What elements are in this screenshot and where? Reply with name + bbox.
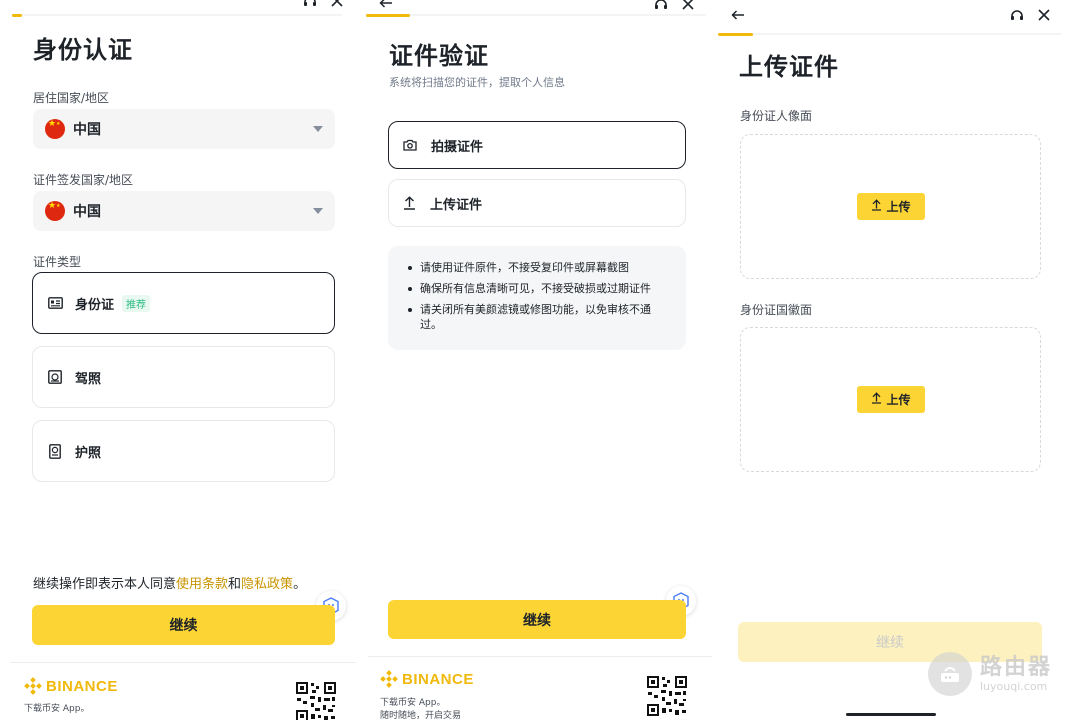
residence-label: 居住国家/地区 — [33, 91, 110, 105]
consent-prefix: 继续操作即表示本人同意 — [33, 577, 177, 592]
top-divider — [22, 14, 342, 16]
page-title: 证件验证 — [389, 42, 489, 70]
progress-indicator — [366, 14, 410, 17]
upload-document-panel: 上传证件 身份证人像面 上传 身份证国徽面 上传 继续 — [712, 0, 1069, 720]
top-divider — [753, 33, 1061, 35]
brand-name: BINANCE — [402, 670, 474, 688]
download-app-text: 下载币安 App。 — [380, 698, 446, 708]
front-side-upload-area[interactable]: 上传 — [740, 134, 1041, 279]
back-side-label: 身份证国徽面 — [740, 303, 813, 317]
driver-license-icon — [47, 369, 63, 385]
upload-icon — [403, 196, 416, 210]
page-subtitle: 系统将扫描您的证件，提取个人信息 — [389, 76, 565, 89]
id-card-icon — [47, 295, 63, 311]
doc-type-label-text: 驾照 — [75, 371, 102, 387]
progress-indicator — [718, 33, 753, 36]
issuer-value: 中国 — [73, 204, 101, 220]
doc-type-passport[interactable]: 护照 — [32, 420, 335, 482]
close-icon[interactable] — [330, 0, 344, 8]
doc-type-label: 证件类型 — [33, 255, 82, 269]
doc-type-label-text: 身份证 — [75, 297, 115, 313]
privacy-link[interactable]: 隐私政策 — [241, 577, 293, 592]
chevron-down-icon — [313, 126, 323, 132]
chevron-down-icon — [313, 208, 323, 214]
page-title: 身份认证 — [33, 36, 133, 64]
footer: BINANCE 下载币安 App。 随时随地，开启交易 — [368, 656, 712, 720]
passport-icon — [47, 443, 63, 459]
tip-item: 请关闭所有美颜滤镜或修图功能，以免审核不通过。 — [406, 302, 670, 332]
trade-anywhere-text: 随时随地，开启交易 — [380, 711, 462, 720]
camera-icon — [403, 139, 417, 151]
footer: BINANCE 下载币安 App。 — [10, 662, 356, 720]
headset-icon[interactable] — [302, 0, 318, 8]
upload-icon — [871, 392, 882, 407]
document-verification-panel: 证件验证 系统将扫描您的证件，提取个人信息 拍摄证件 上传证件 请使用证件原件，… — [356, 0, 712, 720]
option-label: 拍摄证件 — [431, 139, 484, 155]
top-divider — [410, 14, 706, 16]
back-arrow-icon[interactable] — [730, 8, 746, 22]
upload-front-button[interactable]: 上传 — [857, 193, 925, 220]
upload-back-button[interactable]: 上传 — [857, 386, 925, 413]
tip-item: 请使用证件原件，不接受复印件或屏幕截图 — [406, 260, 670, 275]
close-icon[interactable] — [681, 0, 695, 11]
page-title: 上传证件 — [739, 53, 839, 81]
continue-button[interactable]: 继续 — [32, 605, 335, 645]
issuer-label: 证件签发国家/地区 — [33, 173, 134, 187]
issuer-select[interactable]: ★ ★ 中国 — [33, 191, 335, 231]
back-arrow-icon[interactable] — [378, 0, 394, 10]
doc-type-driver-license[interactable]: 驾照 — [32, 346, 335, 408]
router-logo-icon — [928, 652, 972, 696]
front-side-label: 身份证人像面 — [740, 109, 813, 123]
home-indicator — [846, 713, 936, 716]
binance-diamond-icon — [24, 677, 42, 695]
download-app-text: 下载币安 App。 — [24, 704, 90, 714]
china-flag-icon: ★ ★ — [45, 201, 65, 221]
residence-value: 中国 — [73, 122, 101, 138]
identity-verification-panel: 身份认证 居住国家/地区 ★ ★ 中国 证件签发国家/地区 ★ ★ 中国 证件类型 … — [0, 0, 356, 720]
progress-indicator — [12, 14, 22, 17]
qr-code-icon — [295, 681, 337, 720]
back-side-upload-area[interactable]: 上传 — [740, 327, 1041, 472]
terms-link[interactable]: 使用条款 — [176, 577, 228, 592]
option-label: 上传证件 — [430, 197, 483, 213]
consent-text: 继续操作即表示本人同意使用条款和隐私政策。 — [33, 573, 306, 592]
binance-logo[interactable]: BINANCE — [380, 670, 474, 688]
watermark-domain: luyouqi.com — [980, 679, 1048, 693]
upload-button-label: 上传 — [886, 393, 911, 407]
residence-select[interactable]: ★ ★ 中国 — [33, 109, 335, 149]
tip-item: 确保所有信息清晰可见，不接受破损或过期证件 — [406, 281, 670, 296]
upload-icon — [871, 199, 882, 214]
doc-type-id-card[interactable]: 身份证 推荐 — [32, 272, 335, 334]
watermark: 路由器 luyouqi.com — [928, 652, 1052, 696]
close-icon[interactable] — [1037, 8, 1051, 22]
consent-suffix: 。 — [293, 577, 307, 592]
headset-icon[interactable] — [653, 0, 669, 11]
brand-name: BINANCE — [46, 677, 118, 695]
upload-document-option[interactable]: 上传证件 — [388, 179, 686, 227]
china-flag-icon: ★ ★ — [45, 119, 65, 139]
binance-logo[interactable]: BINANCE — [24, 677, 118, 695]
headset-icon[interactable] — [1009, 8, 1025, 22]
qr-code-icon — [646, 675, 688, 717]
continue-button[interactable]: 继续 — [388, 600, 686, 639]
tips-box: 请使用证件原件，不接受复印件或屏幕截图 确保所有信息清晰可见，不接受破损或过期证… — [388, 246, 686, 350]
binance-diamond-icon — [380, 670, 398, 688]
recommended-badge: 推荐 — [122, 294, 151, 312]
consent-and: 和 — [228, 577, 242, 592]
doc-type-label-text: 护照 — [75, 445, 102, 461]
upload-button-label: 上传 — [886, 200, 911, 214]
watermark-title: 路由器 — [980, 654, 1053, 680]
take-photo-option[interactable]: 拍摄证件 — [388, 121, 686, 169]
